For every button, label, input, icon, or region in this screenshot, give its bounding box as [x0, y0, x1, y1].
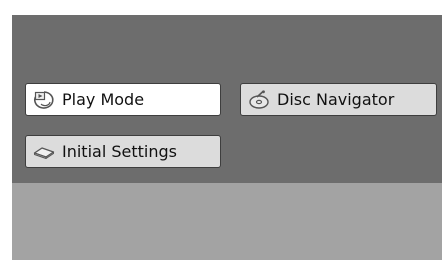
disc-navigator-label: Disc Navigator	[277, 89, 395, 109]
player-screen: Play Mode Disc Navigator Initial Setting…	[12, 15, 442, 260]
play-mode-icon	[32, 90, 56, 110]
home-menu-panel: Play Mode Disc Navigator Initial Setting…	[12, 15, 442, 183]
initial-settings-label: Initial Settings	[62, 141, 177, 161]
disc-navigator-icon	[247, 89, 271, 110]
disc-navigator-button[interactable]: Disc Navigator	[240, 83, 437, 116]
play-mode-label: Play Mode	[62, 89, 145, 109]
initial-settings-button[interactable]: Initial Settings	[25, 135, 221, 168]
initial-settings-icon	[32, 142, 56, 162]
play-mode-button[interactable]: Play Mode	[25, 83, 221, 116]
